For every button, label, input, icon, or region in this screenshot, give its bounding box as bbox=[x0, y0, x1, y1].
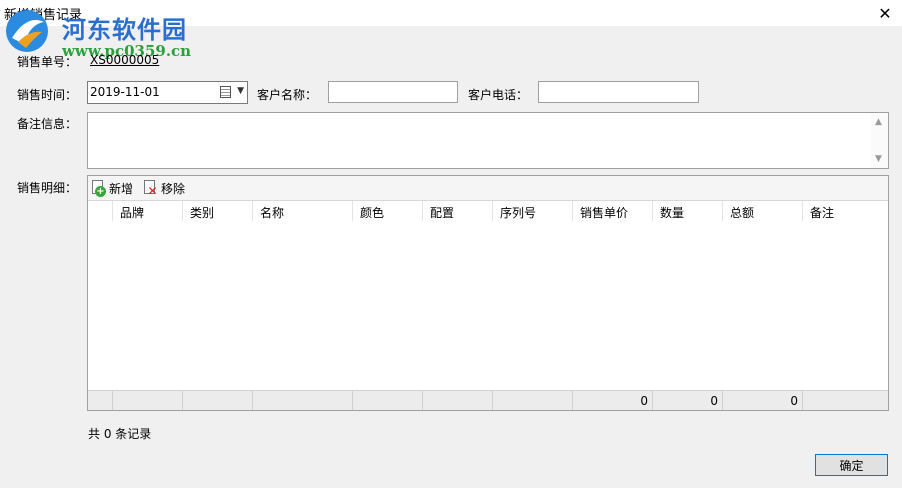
add-row-label: 新增 bbox=[109, 181, 134, 196]
column-header-brand[interactable]: 品牌 bbox=[113, 201, 183, 221]
record-count: 共 0 条记录 bbox=[88, 427, 152, 441]
footer-cell bbox=[88, 391, 113, 410]
calendar-icon[interactable] bbox=[220, 86, 231, 98]
detail-label: 销售明细： bbox=[17, 181, 78, 195]
sales-detail-grid: + 新增 ✕ 移除 品牌 类别 名称 颜色 配置 序列号 销售单价 数量 总额 … bbox=[87, 175, 889, 411]
chevron-down-icon[interactable]: ▼ bbox=[237, 86, 244, 96]
column-header-total[interactable]: 总额 bbox=[723, 201, 803, 221]
column-header-name[interactable]: 名称 bbox=[253, 201, 353, 221]
footer-unit-price-sum: 0 bbox=[573, 391, 653, 410]
column-header-category[interactable]: 类别 bbox=[183, 201, 253, 221]
table-header: 品牌 类别 名称 颜色 配置 序列号 销售单价 数量 总额 备注 bbox=[88, 201, 888, 221]
footer-cell bbox=[113, 391, 183, 410]
order-no-value: XS0000005 bbox=[90, 53, 160, 67]
footer-quantity-sum: 0 bbox=[653, 391, 723, 410]
order-no-label: 销售单号： bbox=[17, 55, 78, 69]
remark-scrollbar[interactable]: ▲ ▼ bbox=[871, 113, 888, 168]
scroll-up-icon[interactable]: ▲ bbox=[875, 117, 882, 127]
window-title: 新增销售记录 bbox=[4, 8, 83, 23]
column-header-quantity[interactable]: 数量 bbox=[653, 201, 723, 221]
row-indicator-header bbox=[88, 201, 113, 221]
ok-button[interactable]: 确定 bbox=[815, 454, 888, 476]
customer-name-label: 客户名称： bbox=[257, 88, 318, 102]
remove-row-label: 移除 bbox=[161, 181, 186, 196]
customer-name-input[interactable] bbox=[328, 81, 458, 103]
sale-time-value: 2019-11-01 bbox=[90, 85, 160, 99]
column-header-remark[interactable]: 备注 bbox=[803, 201, 888, 221]
customer-phone-label: 客户电话： bbox=[468, 88, 529, 102]
column-header-color[interactable]: 颜色 bbox=[353, 201, 423, 221]
column-header-unit-price[interactable]: 销售单价 bbox=[573, 201, 653, 221]
grid-toolbar: + 新增 ✕ 移除 bbox=[88, 176, 888, 201]
footer-cell bbox=[423, 391, 493, 410]
table-footer: 0 0 0 bbox=[88, 390, 888, 410]
add-icon: + bbox=[92, 180, 106, 197]
table-body[interactable] bbox=[88, 221, 888, 391]
add-row-button[interactable]: + 新增 bbox=[92, 178, 133, 198]
footer-cell bbox=[183, 391, 253, 410]
title-bar: 新增销售记录 ✕ bbox=[0, 0, 902, 26]
footer-total-sum: 0 bbox=[723, 391, 803, 410]
column-header-config[interactable]: 配置 bbox=[423, 201, 493, 221]
footer-cell bbox=[493, 391, 573, 410]
footer-cell bbox=[803, 391, 888, 410]
column-header-serial[interactable]: 序列号 bbox=[493, 201, 573, 221]
sale-time-label: 销售时间： bbox=[17, 88, 78, 102]
sale-time-picker[interactable]: 2019-11-01 ▼ bbox=[87, 81, 248, 104]
footer-cell bbox=[353, 391, 423, 410]
remark-label: 备注信息： bbox=[17, 117, 78, 131]
remove-row-button[interactable]: ✕ 移除 bbox=[144, 178, 185, 198]
close-icon: ✕ bbox=[878, 3, 892, 23]
footer-cell bbox=[253, 391, 353, 410]
remark-textarea[interactable]: ▲ ▼ bbox=[87, 112, 889, 169]
customer-phone-input[interactable] bbox=[538, 81, 699, 103]
scroll-down-icon[interactable]: ▼ bbox=[875, 154, 882, 164]
close-button[interactable]: ✕ bbox=[868, 0, 902, 26]
remove-icon: ✕ bbox=[144, 180, 158, 197]
